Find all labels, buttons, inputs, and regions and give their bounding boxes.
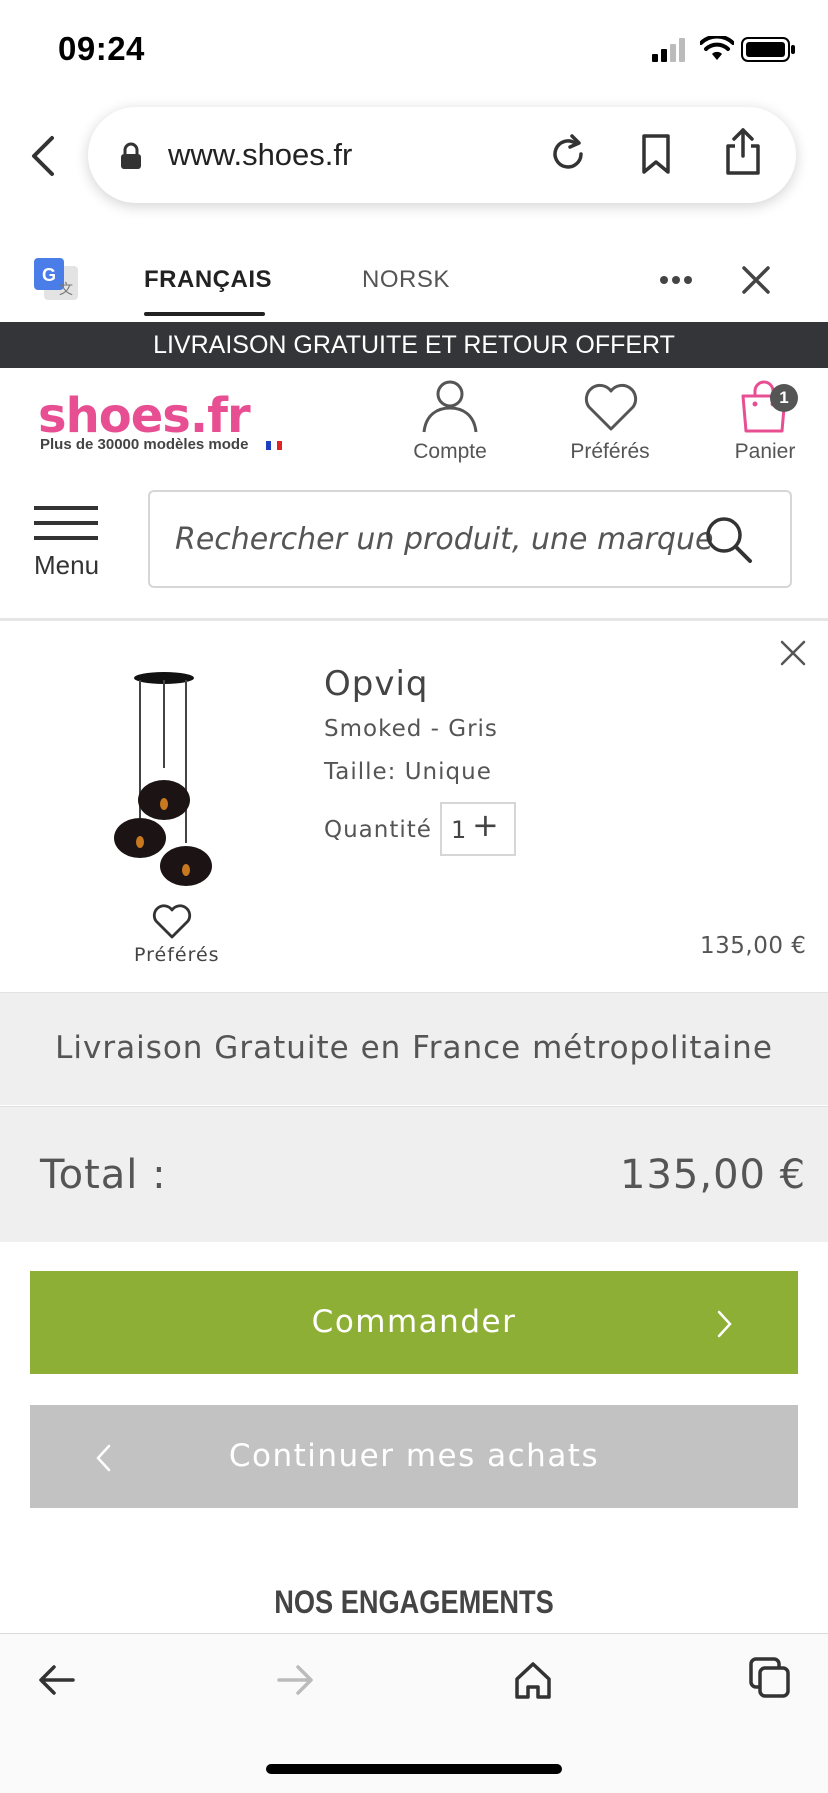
order-button-label[interactable]: Commander — [30, 1304, 798, 1340]
cart-label[interactable]: Panier — [715, 440, 815, 464]
home-icon[interactable] — [514, 1660, 552, 1700]
product-color: Smoked - Gris — [324, 716, 498, 742]
favorites-icon[interactable] — [583, 382, 639, 432]
cart-count-badge: 1 — [770, 384, 798, 412]
browser-back-icon[interactable] — [28, 135, 58, 177]
search-placeholder: Rechercher un produit, une marque — [175, 522, 714, 557]
product-image[interactable] — [112, 668, 216, 890]
total-label: Total : — [40, 1152, 167, 1198]
chevron-right-icon — [717, 1310, 732, 1338]
favorites-label[interactable]: Préférés — [560, 440, 660, 464]
hamburger-menu-icon[interactable] — [34, 506, 98, 542]
battery-icon — [741, 37, 795, 62]
signal-icon — [652, 38, 685, 62]
menu-label[interactable]: Menu — [34, 550, 99, 581]
logo-tagline: Plus de 30000 modèles mode — [40, 436, 249, 453]
close-translate-icon[interactable] — [741, 265, 771, 295]
product-size: Taille: Unique — [324, 759, 492, 785]
account-icon[interactable] — [420, 378, 480, 434]
shipping-info-text: Livraison Gratuite en France métropolita… — [55, 1030, 773, 1066]
nav-forward-icon[interactable] — [276, 1664, 314, 1696]
quantity-label: Quantité — [324, 817, 432, 843]
quantity-value[interactable]: 1 — [451, 816, 466, 844]
header-divider — [0, 618, 828, 621]
wifi-icon — [700, 36, 734, 60]
engagements-title: NOS ENGAGEMENTS — [274, 1584, 554, 1620]
chevron-left-icon — [96, 1444, 111, 1472]
search-icon[interactable] — [704, 515, 754, 565]
status-time: 09:24 — [58, 30, 145, 67]
product-favorite-label[interactable]: Préférés — [134, 944, 220, 966]
url-text[interactable]: www.shoes.fr — [168, 137, 352, 173]
remove-item-icon[interactable] — [780, 640, 806, 666]
nav-back-icon[interactable] — [38, 1664, 76, 1696]
france-flag-icon — [266, 441, 282, 450]
more-icon[interactable] — [658, 272, 694, 288]
total-value: 135,00 € — [620, 1152, 807, 1198]
tab-active-underline — [144, 312, 265, 316]
product-price: 135,00 € — [700, 933, 807, 959]
tabs-icon[interactable] — [748, 1656, 792, 1700]
home-indicator — [266, 1764, 562, 1774]
tab-french[interactable]: FRANÇAIS — [144, 266, 272, 294]
svg-text:G: G — [42, 265, 56, 285]
reload-icon[interactable] — [548, 134, 588, 174]
share-icon[interactable] — [724, 128, 762, 176]
continue-shopping-label[interactable]: Continuer mes achats — [30, 1438, 798, 1474]
product-name[interactable]: Opviq — [324, 664, 429, 704]
google-translate-icon[interactable]: G 文 — [32, 256, 80, 304]
product-favorite-icon[interactable] — [152, 904, 192, 940]
quantity-increase-button[interactable]: + — [472, 806, 499, 844]
bookmark-icon[interactable] — [640, 133, 672, 175]
lock-icon — [121, 142, 141, 169]
promo-banner: LIVRAISON GRATUITE ET RETOUR OFFERT — [0, 322, 828, 368]
svg-text:文: 文 — [59, 282, 73, 298]
account-label[interactable]: Compte — [400, 440, 500, 464]
tab-norwegian[interactable]: NORSK — [362, 266, 450, 294]
